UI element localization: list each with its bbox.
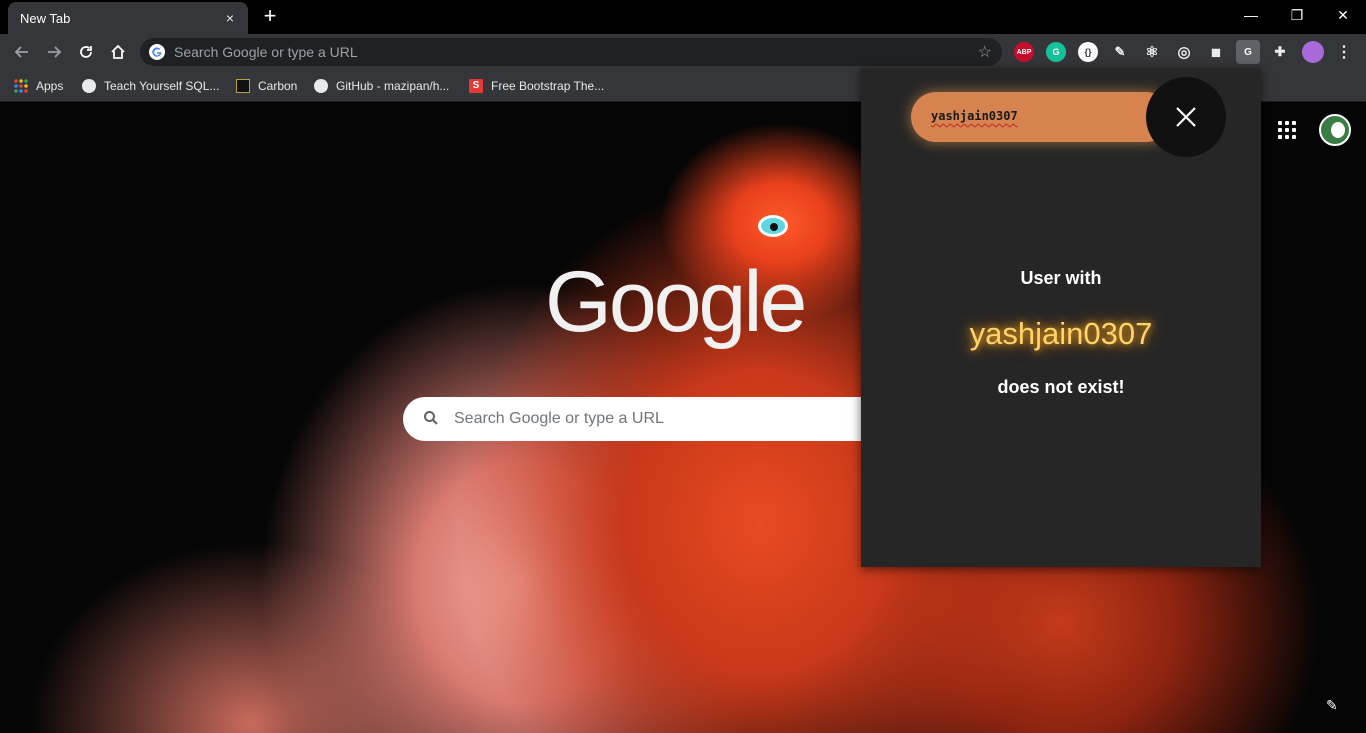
address-bar[interactable]: Search Google or type a URL ☆: [140, 38, 1002, 66]
tab-new-tab[interactable]: New Tab ×: [8, 2, 248, 34]
search-icon: [424, 411, 438, 425]
github-user-icon[interactable]: G: [1236, 40, 1260, 64]
back-button[interactable]: [10, 40, 34, 64]
bookmark-sql[interactable]: Teach Yourself SQL...: [82, 77, 219, 95]
globe-icon: [82, 79, 96, 93]
cube-icon[interactable]: ◼: [1206, 42, 1226, 62]
profile-avatar[interactable]: [1302, 41, 1324, 63]
reload-icon: [80, 46, 92, 58]
bookmark-github[interactable]: GitHub - mazipan/h...: [314, 77, 449, 95]
bookmark-label: Teach Yourself SQL...: [104, 79, 220, 93]
forward-button[interactable]: [42, 40, 66, 64]
error-message-prefix: User with: [1020, 268, 1102, 288]
bookmark-carbon[interactable]: Carbon: [236, 77, 297, 95]
google-apps-icon[interactable]: [1278, 121, 1298, 141]
browser-toolbar: Search Google or type a URL ☆ ABP G {} ✎…: [0, 34, 1366, 70]
json-viewer-icon[interactable]: {}: [1078, 42, 1098, 62]
title-bar: New Tab × + — ❐ ✕: [0, 0, 1366, 34]
flamingo-eye: [758, 215, 788, 237]
google-logo: Google: [545, 254, 807, 350]
bookmark-label: Free Bootstrap The...: [491, 79, 605, 93]
close-popup-button[interactable]: [1146, 77, 1226, 157]
arrow-left-icon: [14, 46, 28, 58]
github-icon: [314, 79, 328, 93]
bookmark-apps[interactable]: Apps: [14, 77, 63, 95]
adblock-plus-icon[interactable]: ABP: [1014, 42, 1034, 62]
error-message-suffix: does not exist!: [997, 377, 1125, 397]
carbon-icon: [236, 79, 250, 93]
extension-popup: yashjain0307 User with yashjain0307 does…: [861, 68, 1261, 567]
menu-dots-icon[interactable]: ⋮: [1334, 42, 1354, 62]
bookmark-bootstrap[interactable]: S Free Bootstrap The...: [469, 77, 604, 95]
pen-tool-icon[interactable]: ✎: [1110, 42, 1130, 62]
bookmark-label: GitHub - mazipan/h...: [336, 79, 450, 93]
close-window-button[interactable]: ✕: [1320, 4, 1366, 28]
bootstrap-s-icon: S: [469, 79, 483, 93]
tab-close-icon[interactable]: ×: [222, 10, 238, 26]
bookmark-label: Apps: [36, 79, 64, 93]
home-button[interactable]: [106, 40, 130, 64]
tab-title: New Tab: [20, 10, 71, 26]
arrow-right-icon: [48, 46, 62, 58]
apps-grid-icon: [14, 79, 28, 93]
grammarly-icon[interactable]: G: [1046, 42, 1066, 62]
bookmark-star-icon[interactable]: ☆: [978, 42, 992, 62]
username-input-value: yashjain0307: [931, 109, 1018, 123]
home-icon: [111, 44, 125, 59]
restore-button[interactable]: ❐: [1274, 4, 1320, 28]
reload-button[interactable]: [74, 40, 98, 64]
extensions-puzzle-icon[interactable]: ✚: [1270, 42, 1290, 62]
address-bar-placeholder: Search Google or type a URL: [174, 44, 358, 60]
bookmark-label: Carbon: [258, 79, 298, 93]
username-input[interactable]: yashjain0307: [911, 92, 1171, 142]
error-message-username: yashjain0307: [969, 316, 1153, 351]
account-avatar[interactable]: [1319, 114, 1351, 146]
ntp-search-placeholder: Search Google or type a URL: [454, 410, 664, 427]
google-g-icon: [149, 44, 165, 60]
close-icon: [1176, 107, 1196, 127]
new-tab-button[interactable]: +: [258, 5, 282, 28]
react-devtools-icon[interactable]: ⚛: [1142, 42, 1162, 62]
customize-pencil-icon[interactable]: ✎: [1326, 697, 1342, 713]
minimize-button[interactable]: —: [1228, 4, 1274, 28]
target-icon[interactable]: ◎: [1174, 42, 1194, 62]
